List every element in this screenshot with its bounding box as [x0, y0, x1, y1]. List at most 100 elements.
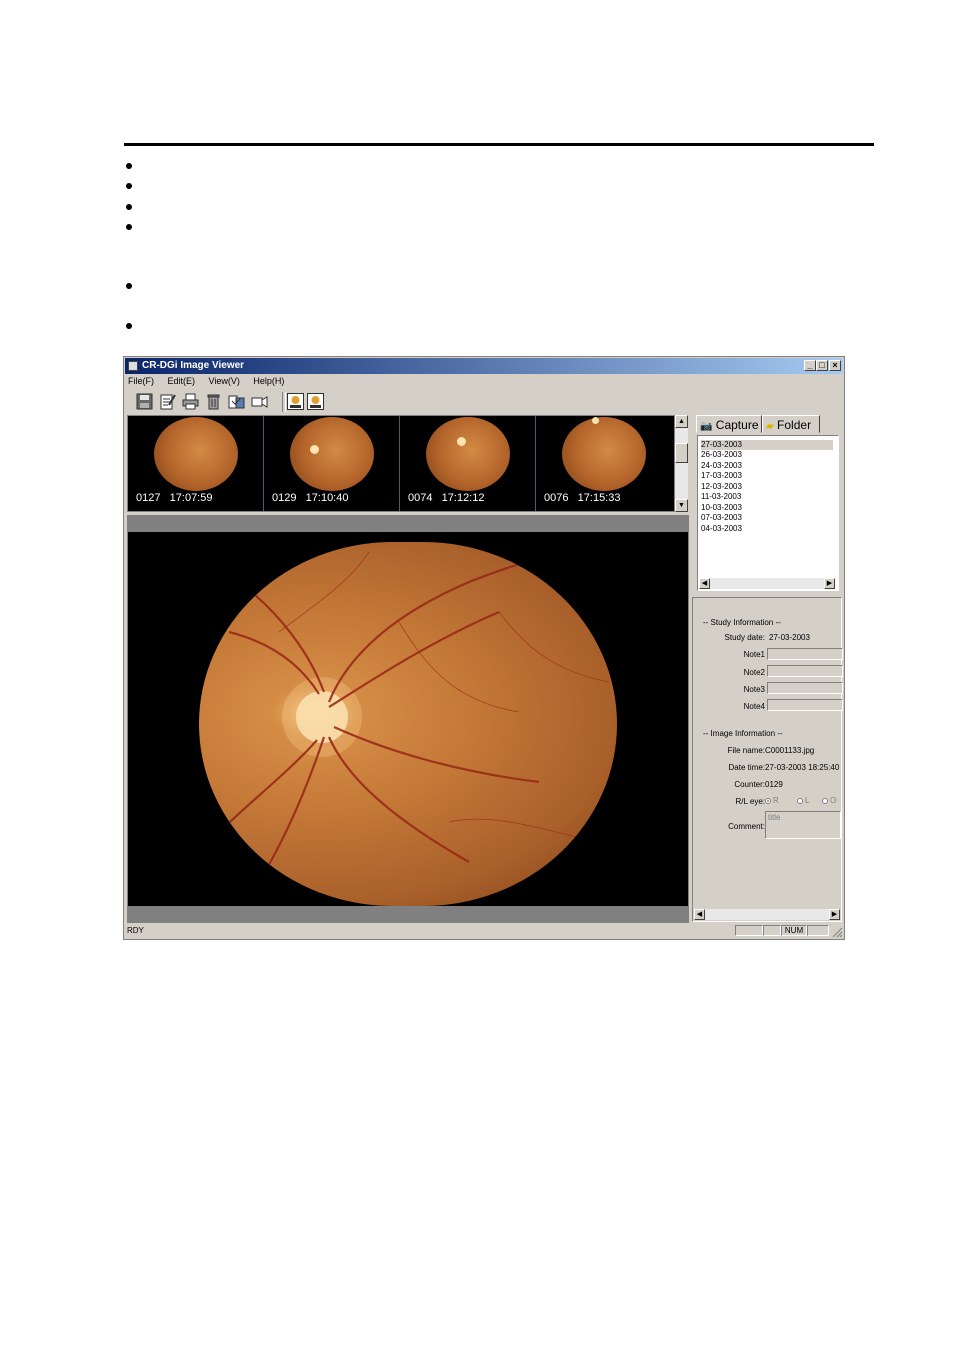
status-pane [763, 925, 781, 936]
note1-label: Note1 [743, 650, 765, 659]
list-item[interactable]: 24-03-2003 [701, 461, 742, 471]
bullet-point [126, 224, 132, 230]
thumbnail-item[interactable]: 0076 17:15:33 [536, 416, 672, 511]
list-item[interactable]: 10-03-2003 [701, 503, 742, 513]
horizontal-rule [124, 143, 874, 146]
date-time-label: Date time: [728, 763, 765, 772]
scroll-right-button[interactable]: ▶ [824, 578, 835, 589]
file-name-value: C0001133.jpg [765, 746, 815, 755]
folder-list: 27-03-2003 26-03-2003 24-03-2003 17-03-2… [697, 435, 839, 591]
list-item[interactable]: 17-03-2003 [701, 471, 742, 481]
thumbnail-time: 17:07:59 [169, 492, 213, 504]
edit-icon[interactable] [159, 393, 176, 410]
main-image-viewer [127, 515, 689, 923]
list-item[interactable]: 11-03-2003 [701, 492, 741, 502]
note4-label: Note4 [743, 702, 765, 711]
tab-folder[interactable]: ▰ Folder [762, 415, 820, 433]
list-item[interactable]: 07-03-2003 [701, 513, 742, 523]
toolbar-separator [282, 392, 286, 412]
thumbnail-item[interactable]: 0074 17:12:12 [400, 416, 536, 511]
menu-bar: File(F) Edit(E) View(V) Help(H) [128, 376, 295, 389]
comment-field[interactable]: title [765, 811, 841, 839]
scroll-up-button[interactable]: ▲ [675, 415, 688, 428]
radio-other-eye[interactable]: O [822, 796, 836, 805]
fundus-thumbnail [426, 417, 510, 491]
bullet-point [126, 283, 132, 289]
thumbnail-scrollbar[interactable]: ▲ ▼ [675, 415, 688, 512]
bullet-point [126, 183, 132, 189]
radio-left-eye[interactable]: L [797, 796, 809, 805]
close-button[interactable]: × [829, 360, 841, 371]
status-pane [735, 925, 763, 936]
export-icon[interactable] [228, 393, 245, 410]
menu-edit[interactable]: Edit(E) [168, 376, 196, 386]
num-lock-indicator: NUM [781, 925, 807, 936]
save-icon[interactable] [136, 393, 153, 410]
scroll-left-button[interactable]: ◀ [699, 578, 710, 589]
image-viewer-window: CR-DGi Image Viewer _ □ × File(F) Edit(E… [123, 356, 845, 940]
study-info-header: -- Study Information -- [703, 618, 781, 627]
scroll-thumb[interactable] [675, 443, 688, 463]
thumbnail-counter: 0127 [136, 492, 161, 504]
note2-label: Note2 [743, 668, 765, 677]
maximize-button[interactable]: □ [816, 360, 828, 371]
single-view-icon[interactable] [287, 393, 304, 410]
note3-label: Note3 [743, 685, 765, 694]
thumbnail-time: 17:12:12 [441, 492, 485, 504]
folder-panel: 📷 Capture ▰ Folder 27-03-2003 26-03-2003… [692, 415, 842, 592]
print-icon[interactable] [182, 393, 199, 410]
delete-icon[interactable] [205, 393, 222, 410]
dual-view-icon[interactable] [307, 393, 324, 410]
info-panel: -- Study Information -- Study date: 27-0… [692, 597, 843, 922]
folder-icon: ▰ [766, 421, 774, 432]
folder-list-scrollbar[interactable]: ◀ ▶ [699, 578, 835, 589]
thumbnail-counter: 0129 [272, 492, 297, 504]
comment-label: Comment: [728, 822, 765, 831]
bullet-point [126, 204, 132, 210]
note2-field[interactable] [767, 665, 843, 677]
thumbnail-item[interactable]: 0129 17:10:40 [264, 416, 400, 511]
viewer-top-bar [128, 516, 688, 532]
list-item[interactable]: 26-03-2003 [701, 450, 742, 460]
info-panel-scrollbar[interactable]: ◀ ▶ [694, 909, 840, 920]
menu-help[interactable]: Help(H) [253, 376, 284, 386]
file-name-label: File name: [727, 746, 765, 755]
bullet-point [126, 163, 132, 169]
thumbnail-strip: 0127 17:07:59 0129 17:10:40 0074 17:12:1… [127, 415, 675, 512]
scroll-left-button[interactable]: ◀ [694, 909, 705, 920]
minimize-button[interactable]: _ [804, 360, 816, 371]
date-time-value: 27-03-2003 18:25:40 [765, 763, 840, 772]
eye-label: R/L eye: [735, 797, 766, 806]
radio-right-eye[interactable]: R [765, 796, 779, 805]
tab-capture[interactable]: 📷 Capture [696, 415, 762, 433]
note1-field[interactable] [767, 648, 843, 660]
viewer-bottom-bar [128, 906, 688, 922]
note3-field[interactable] [767, 682, 843, 694]
counter-label: Counter: [734, 780, 765, 789]
list-item[interactable]: 04-03-2003 [701, 524, 742, 534]
title-bar: CR-DGi Image Viewer _ □ × [125, 358, 843, 374]
list-item[interactable]: 27-03-2003 [701, 440, 833, 450]
fundus-thumbnail [154, 417, 238, 491]
scroll-right-button[interactable]: ▶ [829, 909, 840, 920]
thumbnail-time: 17:10:40 [305, 492, 349, 504]
note4-field[interactable] [767, 699, 843, 711]
video-icon[interactable] [251, 393, 268, 410]
app-icon [128, 361, 138, 371]
thumbnail-time: 17:15:33 [577, 492, 621, 504]
scroll-down-button[interactable]: ▼ [675, 499, 688, 512]
study-date-label: Study date: [724, 633, 765, 642]
thumbnail-counter: 0076 [544, 492, 569, 504]
resize-grip-icon[interactable] [831, 926, 843, 938]
radio-dot [822, 797, 828, 804]
counter-value: 0129 [765, 780, 783, 789]
menu-file[interactable]: File(F) [128, 376, 154, 386]
bullet-point [126, 323, 132, 329]
list-item[interactable]: 12-03-2003 [701, 482, 742, 492]
radio-dot [765, 797, 771, 804]
radio-dot [797, 797, 803, 804]
menu-view[interactable]: View(V) [209, 376, 240, 386]
fundus-image [199, 542, 617, 906]
status-bar: RDY NUM [125, 924, 843, 938]
thumbnail-item[interactable]: 0127 17:07:59 [128, 416, 264, 511]
